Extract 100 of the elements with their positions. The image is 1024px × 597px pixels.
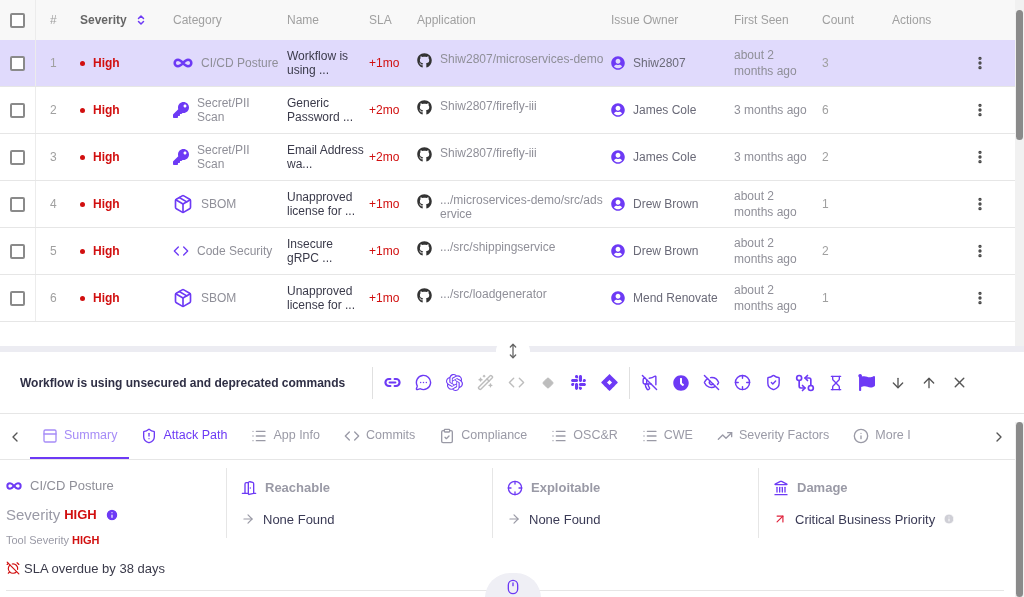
- user-avatar-icon: [611, 150, 625, 164]
- severity-label: High: [93, 149, 120, 166]
- door-icon: [241, 479, 257, 496]
- issue-name[interactable]: Email Address wa...: [287, 143, 365, 171]
- tab[interactable]: Summary: [30, 414, 130, 459]
- category-label: Secret/PII Scan: [197, 143, 251, 171]
- column-header: #: [50, 12, 57, 29]
- checkbox[interactable]: [10, 243, 25, 259]
- package-icon: [173, 194, 193, 214]
- severity-label: High: [93, 243, 120, 260]
- first-seen: 3 months ago: [734, 102, 808, 118]
- category-label: Code Security: [197, 244, 273, 258]
- scrollbar[interactable]: [1015, 0, 1024, 346]
- severity-label: High: [93, 102, 120, 119]
- diamond-icon: [541, 376, 554, 389]
- tool-severity-label: Tool Severity: [6, 533, 69, 548]
- category-label: CI/CD Posture: [201, 56, 279, 70]
- sla-value: +1mo: [369, 291, 400, 305]
- building-icon: [773, 479, 789, 496]
- severity-label: High: [93, 55, 120, 72]
- owner-name: James Cole: [633, 149, 697, 166]
- eye-off-icon: [703, 374, 720, 391]
- tab[interactable]: CWE: [629, 414, 705, 459]
- issue-name[interactable]: Insecure gRPC ...: [287, 237, 365, 265]
- column-header: Actions: [892, 12, 932, 29]
- key-icon: [173, 149, 189, 165]
- factor-title: Reachable: [265, 479, 331, 497]
- checkbox[interactable]: [10, 102, 25, 118]
- checkbox[interactable]: [10, 290, 25, 306]
- table-row[interactable]: 5 High Code Security Insecure gRPC ... +1mo .../src/shippingservice Drew Brown about 2 months ago 2: [0, 228, 1015, 275]
- megaphone-off-icon: [641, 374, 658, 391]
- factor-value: None Found: [263, 510, 335, 529]
- column-header: Count: [822, 12, 855, 29]
- owner-name: Drew Brown: [633, 243, 699, 260]
- info-icon: [853, 427, 870, 444]
- factor-title: Exploitable: [531, 479, 601, 497]
- row-number: 4: [50, 197, 57, 211]
- category-label: SBOM: [201, 291, 237, 305]
- count-value: 1: [822, 291, 829, 305]
- sla-value: +2mo: [369, 103, 400, 117]
- column-header[interactable]: Severity: [80, 11, 127, 29]
- scrollbar[interactable]: [1015, 422, 1024, 597]
- application-path[interactable]: .../src/shippingservice: [440, 240, 556, 254]
- issue-name[interactable]: Workflow is using ...: [287, 49, 365, 77]
- row-number: 3: [50, 150, 57, 164]
- owner-name: James Cole: [633, 102, 697, 119]
- mouse-icon: [505, 579, 521, 595]
- category-label: Secret/PII Scan: [197, 96, 251, 124]
- count-value: 2: [822, 150, 829, 164]
- owner-name: Mend Renovate: [633, 290, 718, 307]
- detail-title: Workflow is using unsecured and deprecated commands: [20, 375, 346, 390]
- application-path[interactable]: Shiw2807/firefly-iii: [440, 146, 537, 160]
- table-row[interactable]: 2 High Secret/PII Scan Generic Password ... +2mo Shiw2807/firefly-iii James Cole 3 months ago 6: [0, 87, 1015, 134]
- count-value: 2: [822, 244, 829, 258]
- category-label: SBOM: [201, 197, 237, 211]
- checkbox[interactable]: [10, 12, 25, 28]
- alarm-clock-icon: [6, 561, 20, 576]
- shield-icon: [141, 427, 158, 444]
- column-header: Application: [417, 12, 476, 29]
- factor-value: None Found: [529, 510, 601, 529]
- sla-value: +1mo: [369, 56, 400, 70]
- sla-status: SLA overdue by 38 days: [24, 559, 165, 578]
- count-value: 6: [822, 103, 829, 117]
- tab[interactable]: Severity Factors: [704, 414, 842, 459]
- clipboard-icon: [439, 427, 456, 444]
- factor-title: Damage: [797, 479, 848, 497]
- owner-name: Shiw2807: [633, 55, 686, 72]
- tab[interactable]: App Info: [239, 414, 332, 459]
- arrows-icon: [794, 372, 815, 393]
- target-icon: [507, 479, 523, 496]
- count-value: 1: [822, 197, 829, 211]
- checkbox[interactable]: [10, 149, 25, 165]
- application-path[interactable]: Shiw2807/firefly-iii: [440, 99, 537, 113]
- info-icon[interactable]: [104, 507, 119, 522]
- table-row[interactable]: 6 High SBOM Unapproved license for ... +1mo .../src/loadgenerator Mend Renovate about 2 months ago 1: [0, 275, 1015, 322]
- checkbox[interactable]: [10, 55, 25, 71]
- severity-label: High: [93, 196, 120, 213]
- application-path[interactable]: .../src/loadgenerator: [440, 287, 547, 301]
- issue-name[interactable]: Generic Password ...: [287, 96, 365, 124]
- issue-name[interactable]: Unapproved license for ...: [287, 190, 365, 218]
- tool-severity-value: HIGH: [72, 533, 100, 548]
- tab[interactable]: More I: [841, 414, 923, 459]
- issue-name[interactable]: Unapproved license for ...: [287, 284, 365, 312]
- tab[interactable]: Compliance: [427, 414, 540, 459]
- table-row[interactable]: 4 High SBOM Unapproved license for ... +1mo .../microservices-demo/src/adservice Drew Brown about 2 months ago 1: [0, 181, 1015, 228]
- first-seen: about 2 months ago: [734, 47, 798, 79]
- tab[interactable]: Commits: [332, 414, 428, 459]
- github-icon: [417, 53, 432, 68]
- severity-label: High: [93, 290, 120, 307]
- column-header: Name: [287, 12, 319, 29]
- github-icon: [417, 194, 432, 209]
- column-header: Category: [173, 12, 222, 29]
- application-path[interactable]: .../microservices-demo/src/adservice: [440, 193, 607, 221]
- tab[interactable]: OSC&R: [539, 414, 630, 459]
- checkbox[interactable]: [10, 196, 25, 212]
- first-seen: 3 months ago: [734, 149, 808, 165]
- comment-icon: [415, 374, 432, 391]
- owner-name: Drew Brown: [633, 196, 699, 213]
- tab[interactable]: Attack Path: [129, 414, 240, 459]
- sla-value: +1mo: [369, 197, 400, 211]
